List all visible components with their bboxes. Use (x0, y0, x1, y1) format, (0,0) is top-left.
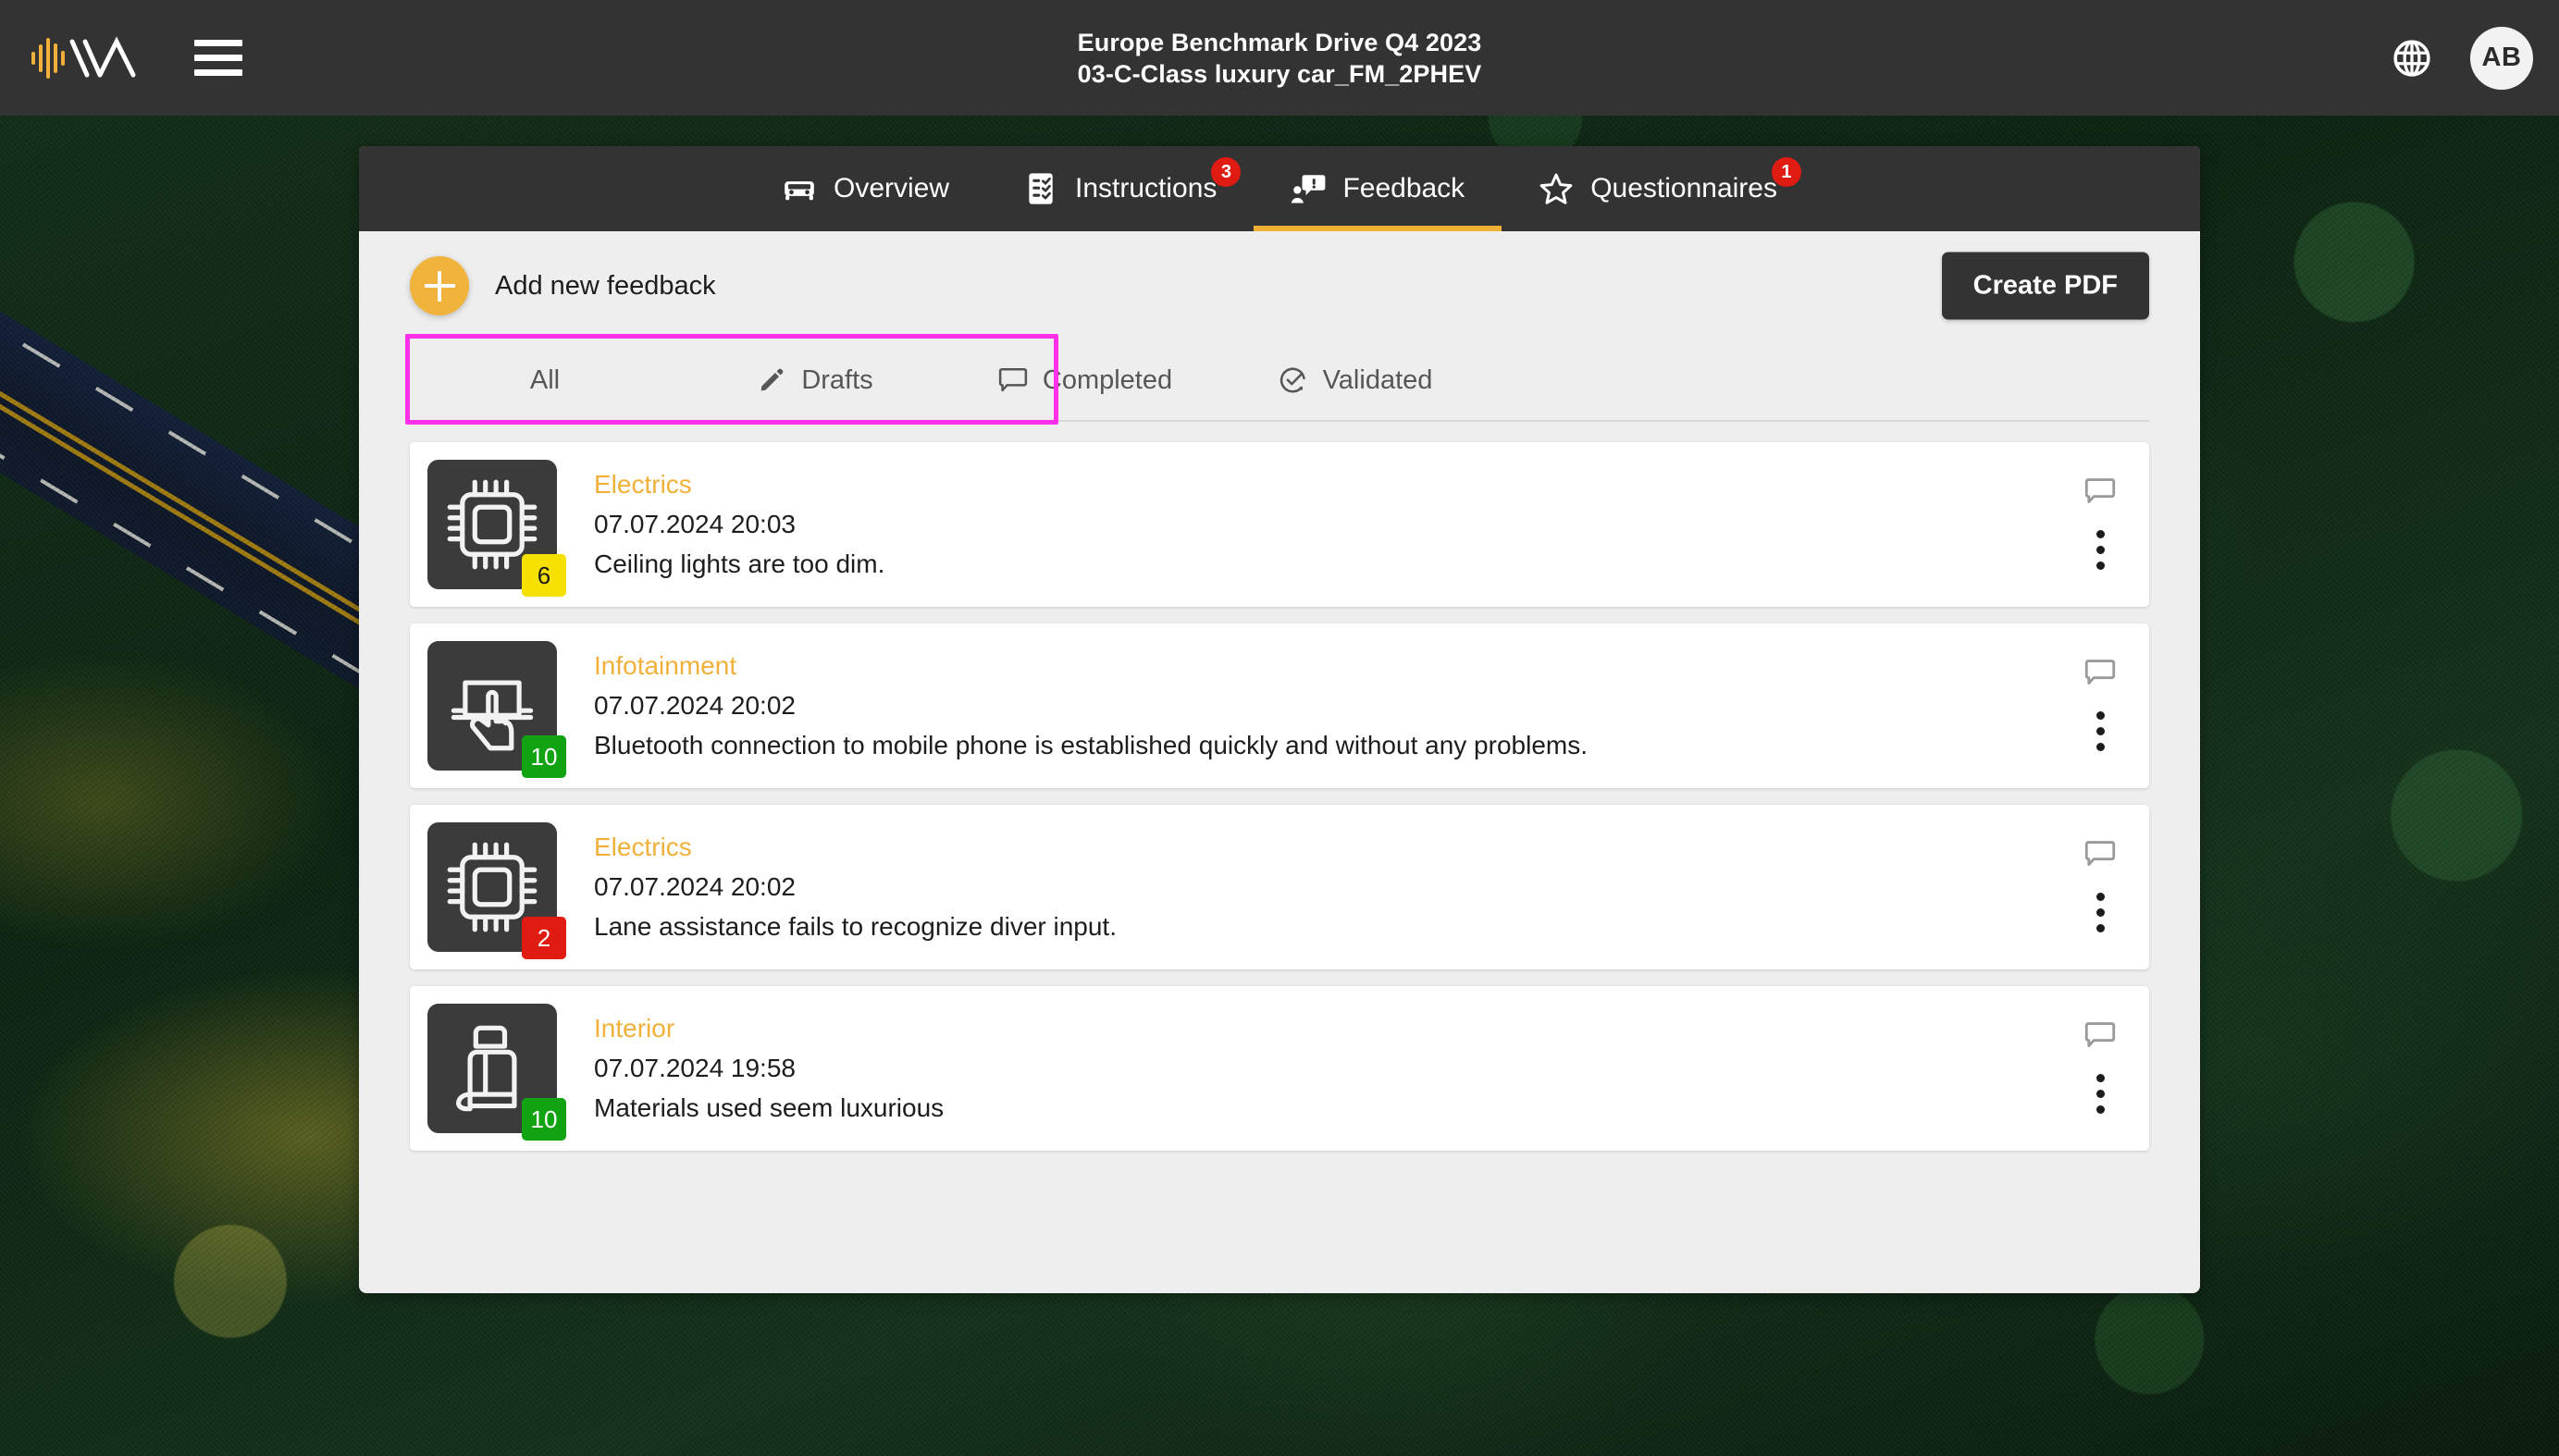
feedback-panel: Overview Instructions 3 Feedback Questio… (359, 146, 2200, 1293)
comment-icon[interactable] (2084, 476, 2116, 506)
feedback-actions (2084, 805, 2116, 969)
filter-completed-label: Completed (1042, 364, 1173, 395)
feedback-actions (2084, 623, 2116, 788)
add-new-feedback-label: Add new feedback (495, 270, 716, 301)
checklist-icon (1023, 171, 1058, 206)
add-new-feedback-button[interactable] (410, 256, 469, 315)
feedback-score-badge: 10 (522, 735, 566, 778)
filter-bar: All Drafts Completed Validated (410, 340, 2149, 422)
feedback-content: Infotainment 07.07.2024 20:02 Bluetooth … (594, 651, 1588, 760)
feedback-actions (2084, 986, 2116, 1151)
feedback-thumbnail: 6 (427, 460, 566, 597)
hamburger-menu-icon[interactable] (194, 40, 242, 76)
car-icon (782, 171, 817, 206)
star-icon (1539, 171, 1574, 206)
feedback-icon (1291, 171, 1326, 206)
filter-drafts[interactable]: Drafts (680, 365, 950, 396)
kebab-menu-icon[interactable] (2093, 708, 2108, 755)
pencil-icon (757, 365, 786, 395)
tab-feedback[interactable]: Feedback (1254, 146, 1502, 231)
tab-feedback-label: Feedback (1342, 173, 1465, 204)
feedback-content: Interior 07.07.2024 19:58 Materials used… (594, 1014, 944, 1123)
filter-validated-label: Validated (1322, 364, 1433, 395)
tab-instructions-badge: 3 (1211, 157, 1242, 187)
tab-instructions[interactable]: Instructions 3 (986, 146, 1254, 231)
waveform-chevron-logo-icon (31, 35, 136, 79)
page-title-line-2: 03-C-Class luxury car_FM_2PHEV (1077, 59, 1482, 88)
feedback-message: Materials used seem luxurious (594, 1093, 945, 1122)
feedback-date: 07.07.2024 20:02 (594, 691, 796, 720)
feedback-category: Electrics (594, 833, 692, 861)
feedback-date: 07.07.2024 20:03 (594, 510, 796, 538)
kebab-menu-icon[interactable] (2093, 526, 2108, 574)
app-logo[interactable] (28, 32, 157, 84)
kebab-menu-icon[interactable] (2093, 889, 2108, 936)
feedback-message: Ceiling lights are too dim. (594, 549, 885, 578)
check-circle-icon (1279, 365, 1308, 395)
feedback-thumbnail: 10 (427, 641, 566, 778)
tab-bar: Overview Instructions 3 Feedback Questio… (359, 146, 2200, 231)
plus-icon (424, 270, 455, 302)
feedback-thumbnail: 10 (427, 1004, 566, 1141)
header-actions: AB (2391, 0, 2533, 116)
create-pdf-button[interactable]: Create PDF (1941, 252, 2149, 320)
feedback-score-badge: 10 (522, 1098, 566, 1141)
kebab-menu-icon[interactable] (2093, 1070, 2108, 1117)
comment-icon[interactable] (2084, 658, 2116, 687)
feedback-list-item[interactable]: 10 Infotainment 07.07.2024 20:02 Bluetoo… (410, 623, 2149, 788)
filter-completed[interactable]: Completed (950, 365, 1220, 396)
globe-icon[interactable] (2391, 37, 2433, 80)
feedback-list: 6 Electrics 07.07.2024 20:03 Ceiling lig… (410, 442, 2149, 1151)
feedback-date: 07.07.2024 20:02 (594, 872, 796, 901)
tab-instructions-label: Instructions (1075, 173, 1218, 204)
filter-validated[interactable]: Validated (1220, 365, 1490, 396)
filter-all-label: All (529, 364, 561, 395)
feedback-category: Electrics (594, 470, 692, 499)
feedback-score-badge: 6 (522, 554, 566, 597)
feedback-message: Bluetooth connection to mobile phone is … (594, 731, 1588, 759)
page-title: Europe Benchmark Drive Q4 2023 03-C-Clas… (0, 0, 2559, 116)
feedback-actions (2084, 442, 2116, 607)
feedback-content: Electrics 07.07.2024 20:03 Ceiling light… (594, 470, 884, 579)
feedback-list-item[interactable]: 6 Electrics 07.07.2024 20:03 Ceiling lig… (410, 442, 2149, 607)
tab-questionnaires[interactable]: Questionnaires 1 (1502, 146, 1814, 231)
tab-overview-label: Overview (834, 173, 950, 204)
avatar[interactable]: AB (2470, 26, 2533, 90)
filter-drafts-label: Drafts (801, 364, 873, 395)
feedback-category: Interior (594, 1014, 675, 1043)
panel-body: Add new feedback Create PDF All Drafts C… (359, 231, 2200, 1151)
feedback-category: Infotainment (594, 651, 737, 680)
feedback-content: Electrics 07.07.2024 20:02 Lane assistan… (594, 833, 1117, 942)
feedback-list-item[interactable]: 10 Interior 07.07.2024 19:58 Materials u… (410, 986, 2149, 1151)
comment-icon[interactable] (2084, 1020, 2116, 1050)
tab-overview[interactable]: Overview (745, 146, 986, 231)
feedback-list-item[interactable]: 2 Electrics 07.07.2024 20:02 Lane assist… (410, 805, 2149, 969)
feedback-message: Lane assistance fails to recognize diver… (594, 912, 1117, 941)
tab-questionnaires-badge: 1 (1771, 157, 1801, 187)
toolbar-row: Add new feedback Create PDF (410, 231, 2149, 340)
page-title-line-1: Europe Benchmark Drive Q4 2023 (1077, 28, 1482, 56)
feedback-score-badge: 2 (522, 917, 566, 959)
comment-icon (998, 365, 1028, 395)
feedback-thumbnail: 2 (427, 822, 566, 959)
filter-all[interactable]: All (410, 365, 680, 396)
comment-icon[interactable] (2084, 839, 2116, 869)
top-header-bar: Europe Benchmark Drive Q4 2023 03-C-Clas… (0, 0, 2559, 116)
filter-bar-wrapper: All Drafts Completed Validated (405, 334, 2149, 425)
feedback-date: 07.07.2024 19:58 (594, 1054, 796, 1082)
tab-questionnaires-label: Questionnaires (1590, 173, 1777, 204)
